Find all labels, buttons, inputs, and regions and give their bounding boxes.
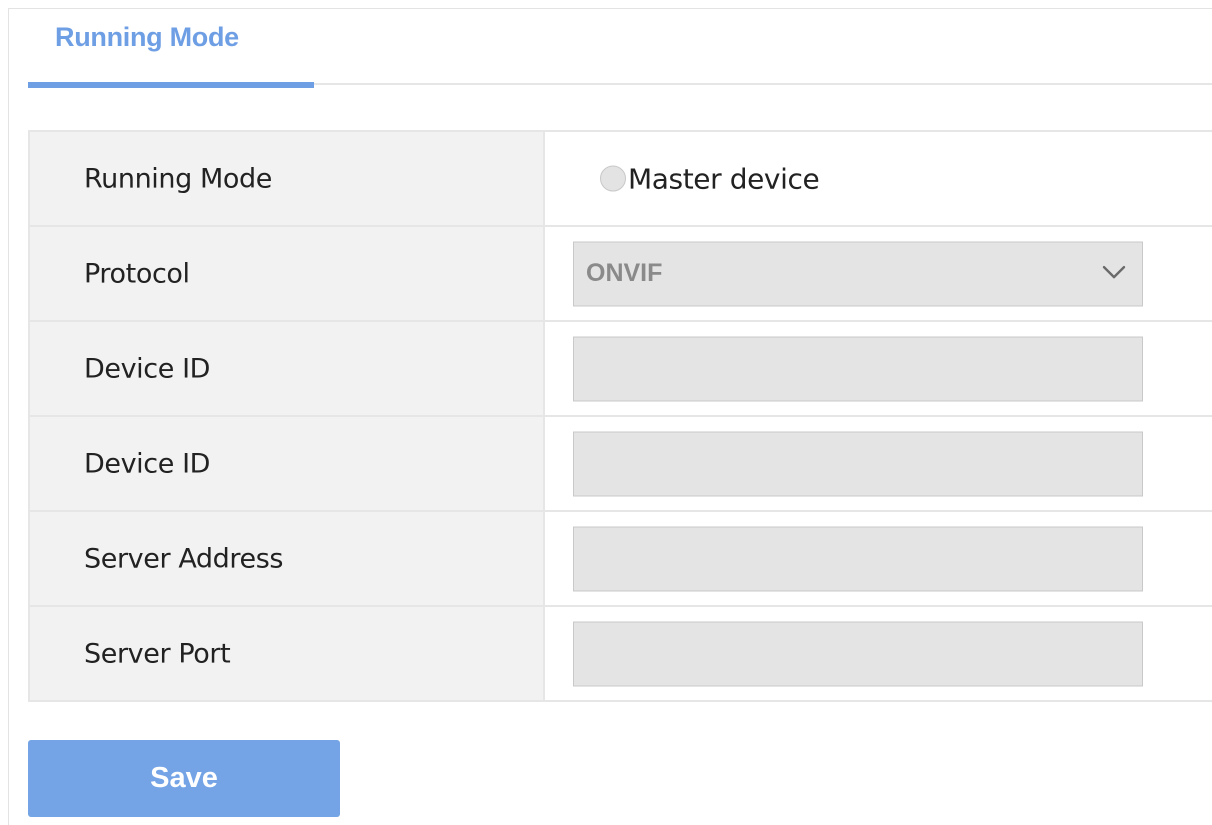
server-port-input[interactable] — [573, 621, 1143, 686]
running-mode-label: Running Mode — [84, 163, 272, 194]
label-cell: Device ID — [30, 417, 545, 510]
radio-button-icon[interactable] — [600, 165, 626, 192]
form-row-protocol: Protocol ONVIF — [30, 227, 1212, 322]
form-row-server-port: Server Port — [30, 607, 1212, 702]
device-id-2-input[interactable] — [573, 431, 1143, 496]
form-row-device-id-2: Device ID — [30, 417, 1212, 512]
label-cell: Device ID — [30, 322, 545, 415]
device-id-label: Device ID — [84, 353, 211, 384]
protocol-label: Protocol — [84, 258, 190, 289]
active-tab-indicator — [28, 82, 314, 88]
form-row-device-id: Device ID — [30, 322, 1212, 417]
device-id-2-label: Device ID — [84, 448, 211, 479]
chevron-down-icon[interactable] — [1102, 265, 1126, 279]
settings-form: Running Mode Master device Protocol ONVI… — [28, 130, 1212, 702]
server-port-label: Server Port — [84, 638, 231, 669]
server-address-input[interactable] — [573, 526, 1143, 591]
form-row-running-mode: Running Mode Master device — [30, 132, 1212, 227]
master-device-label[interactable]: Master device — [628, 162, 820, 195]
save-button-label: Save — [150, 762, 218, 794]
label-cell: Protocol — [30, 227, 545, 320]
device-id-input[interactable] — [573, 336, 1143, 401]
tab-running-mode[interactable]: Running Mode — [55, 22, 239, 53]
server-address-label: Server Address — [84, 543, 284, 574]
protocol-selected-value: ONVIF — [586, 259, 663, 287]
label-cell: Server Address — [30, 512, 545, 605]
save-button[interactable]: Save — [28, 740, 340, 817]
label-cell: Running Mode — [30, 132, 545, 225]
label-cell: Server Port — [30, 607, 545, 700]
form-row-server-address: Server Address — [30, 512, 1212, 607]
master-device-radio[interactable]: Master device — [600, 162, 820, 195]
protocol-select[interactable]: ONVIF — [573, 241, 1143, 306]
